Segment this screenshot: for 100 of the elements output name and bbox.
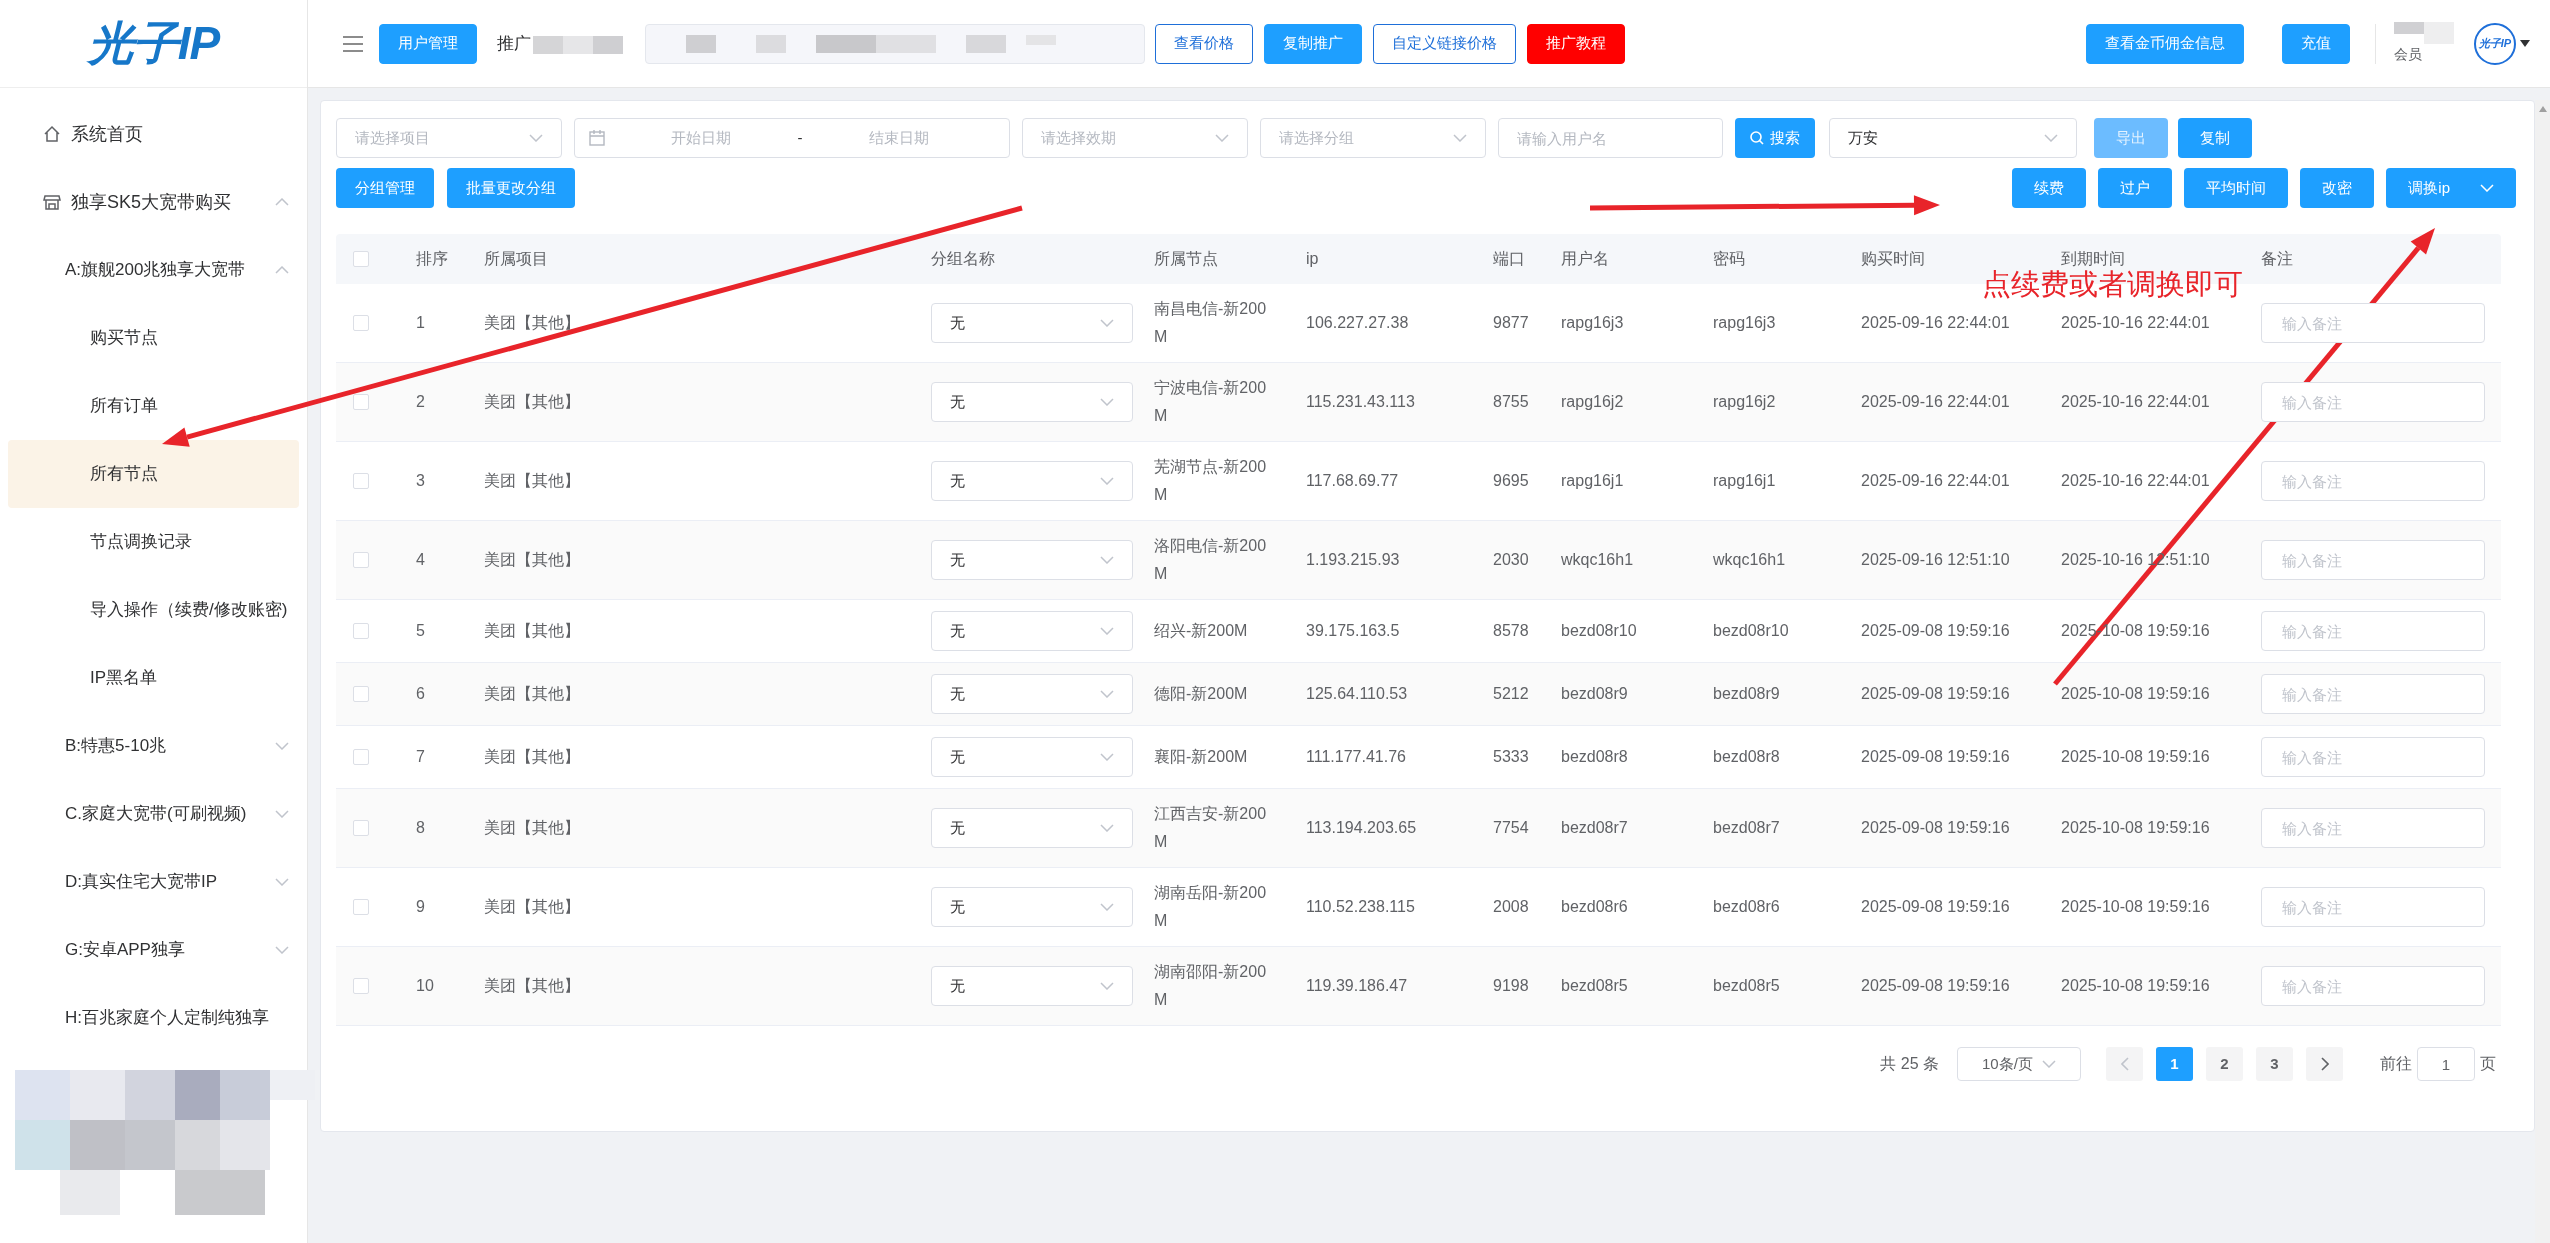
header-button[interactable]: 自定义链接价格 (1373, 23, 1516, 64)
group-select[interactable]: 无 (931, 382, 1133, 422)
username-field[interactable]: 请输入用户名 (1498, 118, 1723, 158)
remark-field[interactable]: 输入备注 (2261, 737, 2485, 777)
table-cell-text: bezd08r9 (1713, 684, 1780, 704)
table-cell-text: 113.194.203.65 (1306, 818, 1417, 838)
table-cell-text: 2025-09-16 12:51:10 (1861, 550, 2010, 570)
group-select[interactable]: 无 (931, 808, 1133, 848)
checkbox[interactable] (353, 315, 369, 331)
remark-field[interactable]: 输入备注 (2261, 303, 2485, 343)
chevron-down-icon (1100, 753, 1114, 761)
group-select[interactable]: 无 (931, 737, 1133, 777)
sidebar-item[interactable]: 所有节点 (8, 440, 299, 508)
page-size-select[interactable]: 10条/页 (1957, 1047, 2081, 1081)
prev-page-button[interactable] (2106, 1047, 2143, 1081)
group-select[interactable]: 无 (931, 461, 1133, 501)
page-button[interactable]: 3 (2256, 1047, 2293, 1081)
table-cell-text: 106.227.27.38 (1306, 313, 1409, 333)
column-header: 购买时间 (1861, 250, 1925, 267)
checkbox[interactable] (353, 251, 369, 267)
table-cell-text: 5333 (1493, 747, 1529, 767)
group-select[interactable]: 无 (931, 674, 1133, 714)
sidebar-item[interactable]: 所有订单 (8, 372, 299, 440)
checkbox[interactable] (353, 749, 369, 765)
chevron-down-icon (1100, 398, 1114, 406)
sidebar-item[interactable]: B:特惠5-10兆 (8, 712, 299, 780)
page-button[interactable]: 2 (2206, 1047, 2243, 1081)
group-select[interactable]: 无 (931, 966, 1133, 1006)
table-cell-text: 2025-10-16 22:44:01 (2061, 471, 2210, 491)
sidebar-item[interactable]: D:真实住宅大宽带IP (8, 848, 299, 916)
region-select[interactable]: 万安 (1829, 118, 2077, 158)
remark-field[interactable]: 输入备注 (2261, 540, 2485, 580)
remark-field[interactable]: 输入备注 (2261, 382, 2485, 422)
table-cell-text: 2025-09-08 19:59:16 (1861, 818, 2010, 838)
avatar[interactable]: 光子IP (2474, 22, 2516, 65)
table-cell-text: 美团【其他】 (484, 550, 580, 570)
chevron-down-icon (1100, 556, 1114, 564)
checkbox[interactable] (353, 686, 369, 702)
checkbox[interactable] (353, 899, 369, 915)
remark-field[interactable]: 输入备注 (2261, 808, 2485, 848)
checkbox[interactable] (353, 552, 369, 568)
table-cell-text: 美团【其他】 (484, 313, 580, 333)
remark-field[interactable]: 输入备注 (2261, 966, 2485, 1006)
checkbox[interactable] (353, 623, 369, 639)
table-cell-text: 2025-09-08 19:59:16 (1861, 684, 2010, 704)
table-cell-text: 2025-09-08 19:59:16 (1861, 621, 2010, 641)
checkbox[interactable] (353, 978, 369, 994)
group-select[interactable]: 无 (931, 887, 1133, 927)
column-header: 所属节点 (1154, 250, 1218, 267)
remark-field[interactable]: 输入备注 (2261, 611, 2485, 651)
table-cell-text: 2025-09-08 19:59:16 (1861, 976, 2010, 996)
group-select[interactable]: 无 (931, 611, 1133, 651)
annotation-text: 点续费或者调换即可 (1982, 270, 2243, 299)
sidebar-item[interactable]: 独享SK5大宽带购买 (8, 168, 299, 236)
link-field[interactable] (645, 23, 1145, 64)
sidebar-item[interactable]: G:安卓APP独享 (8, 916, 299, 984)
header-button[interactable]: 推广教程 (1527, 23, 1625, 64)
sidebar-item[interactable]: 节点调换记录 (8, 508, 299, 576)
table-cell-text: 2025-10-08 19:59:16 (2061, 818, 2210, 838)
chevron-down-icon (529, 134, 543, 142)
table-cell-text: bezd08r10 (1561, 621, 1637, 641)
remark-field[interactable]: 输入备注 (2261, 461, 2485, 501)
table-cell-text: 125.64.110.53 (1306, 684, 1408, 704)
chevron-down-icon (1100, 319, 1114, 327)
search-icon (1750, 131, 1764, 145)
chevron-down-icon (2480, 184, 2494, 192)
column-header: ip (1306, 250, 1319, 267)
checkbox[interactable] (353, 473, 369, 489)
checkbox[interactable] (353, 820, 369, 836)
header-button[interactable]: 查看价格 (1155, 23, 1253, 64)
remark-field[interactable]: 输入备注 (2261, 674, 2485, 714)
table-cell-text: 美团【其他】 (484, 471, 580, 491)
chevron-down-icon (1100, 982, 1114, 990)
table-cell-text: 2025-10-08 19:59:16 (2061, 976, 2210, 996)
table-cell-text: 10 (416, 976, 434, 996)
table-cell-text: 2025-10-08 19:59:16 (2061, 684, 2210, 704)
table-cell-text: 2030 (1493, 550, 1529, 570)
table-cell-text: rapg16j1 (1713, 471, 1776, 491)
sidebar-item[interactable]: 导入操作（续费/修改账密) (8, 576, 299, 644)
sidebar-item[interactable]: C.家庭大宽带(可刷视频) (8, 780, 299, 848)
group-select[interactable]: 无 (931, 303, 1133, 343)
checkbox[interactable] (353, 394, 369, 410)
next-page-button[interactable] (2306, 1047, 2343, 1081)
date-range-field[interactable]: 开始日期 - 结束日期 (574, 118, 1010, 158)
sidebar-item[interactable]: A:旗舰200兆独享大宽带 (8, 236, 299, 304)
page-number-field[interactable]: 1 (2417, 1047, 2475, 1081)
chevron-down-icon (275, 810, 289, 818)
remark-field[interactable]: 输入备注 (2261, 887, 2485, 927)
sidebar-item[interactable]: 购买节点 (8, 304, 299, 372)
table-cell-text: 3 (416, 471, 425, 491)
sidebar-item[interactable]: H:百兆家庭个人定制纯独享 (8, 984, 299, 1052)
table-cell-text: 2025-09-08 19:59:16 (1861, 897, 2010, 917)
chevron-down-icon (1453, 134, 1467, 142)
group-select[interactable]: 无 (931, 540, 1133, 580)
table-cell-text: rapg16j1 (1561, 471, 1624, 491)
table-cell-text: 8578 (1493, 621, 1529, 641)
table-cell-text: 芜湖节点-新200M (1154, 457, 1268, 505)
column-header: 排序 (416, 250, 448, 267)
sidebar-item[interactable]: 系统首页 (8, 100, 299, 168)
sidebar-item[interactable]: IP黑名单 (8, 644, 299, 712)
